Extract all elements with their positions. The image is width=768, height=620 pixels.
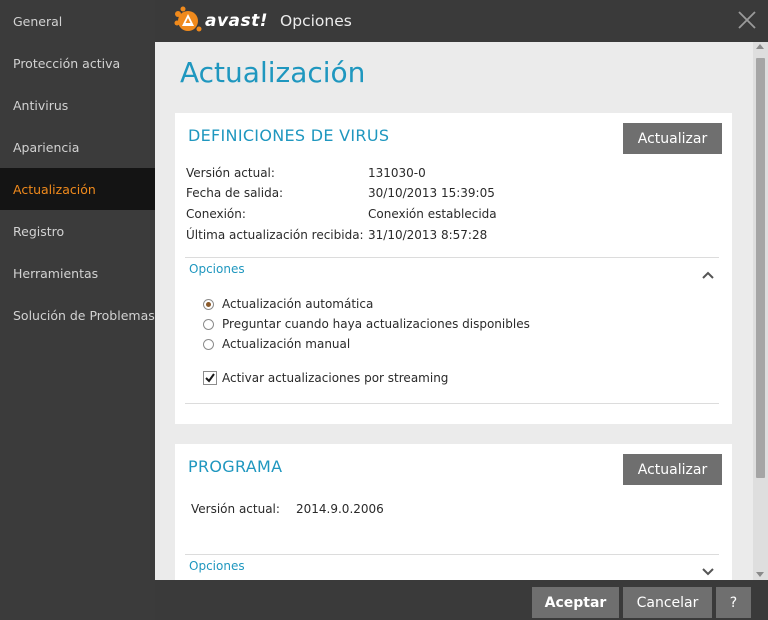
radio-ask-update[interactable]: Preguntar cuando haya actualizaciones di… <box>203 317 530 331</box>
radio-button[interactable] <box>203 298 214 310</box>
cancel-button[interactable]: Cancelar <box>623 587 712 618</box>
streaming-updates-checkbox[interactable]: Activar actualizaciones por streaming <box>203 371 448 385</box>
radio-label: Actualización manual <box>222 337 351 351</box>
main-content: Actualización DEFINICIONES DE VIRUS Actu… <box>155 42 753 580</box>
connection-value: Conexión establecida <box>368 207 497 221</box>
definitions-options-toggle[interactable]: Opciones <box>189 262 245 276</box>
radio-label: Actualización automática <box>222 297 374 311</box>
update-definitions-button[interactable]: Actualizar <box>623 123 722 154</box>
title-bar: avast! Opciones <box>155 0 768 42</box>
release-date-value: 30/10/2013 15:39:05 <box>368 186 495 200</box>
program-options-toggle[interactable]: Opciones <box>189 559 245 573</box>
program-heading: PROGRAMA <box>188 457 283 476</box>
sidebar-item-actualizacion[interactable]: Actualización <box>0 168 155 210</box>
sidebar-item-antivirus[interactable]: Antivirus <box>0 84 155 126</box>
sidebar-item-general[interactable]: General <box>0 0 155 42</box>
sidebar-item-apariencia[interactable]: Apariencia <box>0 126 155 168</box>
window-title: Opciones <box>280 12 352 30</box>
scroll-down-icon[interactable] <box>756 572 764 577</box>
divider <box>185 257 719 258</box>
checkbox-label: Activar actualizaciones por streaming <box>222 371 449 385</box>
sidebar-item-proteccion-activa[interactable]: Protección activa <box>0 42 155 84</box>
footer-bar: Aceptar Cancelar ? <box>155 580 768 620</box>
avast-logo: avast! <box>173 6 268 36</box>
chevron-down-icon[interactable] <box>701 562 715 576</box>
radio-label: Preguntar cuando haya actualizaciones di… <box>222 317 530 331</box>
scroll-up-icon[interactable] <box>756 44 764 49</box>
connection-label: Conexión: <box>186 207 246 221</box>
update-program-button[interactable]: Actualizar <box>623 454 722 485</box>
radio-button[interactable] <box>203 318 214 330</box>
release-date-label: Fecha de salida: <box>186 186 284 200</box>
help-button[interactable]: ? <box>716 587 751 618</box>
last-update-value: 31/10/2013 8:57:28 <box>368 228 488 242</box>
virus-definitions-panel: DEFINICIONES DE VIRUS Actualizar Versión… <box>175 113 732 424</box>
last-update-label: Última actualización recibida: <box>186 228 364 242</box>
checkmark-icon <box>205 373 215 383</box>
chevron-up-icon[interactable] <box>701 265 715 279</box>
program-version-value: 2014.9.0.2006 <box>296 502 384 516</box>
scroll-thumb[interactable] <box>756 58 765 478</box>
vertical-scrollbar[interactable] <box>753 42 768 580</box>
virus-definitions-heading: DEFINICIONES DE VIRUS <box>188 126 390 145</box>
program-version-label: Versión actual: <box>191 502 280 516</box>
page-title: Actualización <box>180 56 366 89</box>
sidebar: General Protección activa Antivirus Apar… <box>0 0 155 620</box>
avast-logo-icon <box>173 6 203 36</box>
divider <box>185 554 719 555</box>
current-version-value: 131030-0 <box>368 166 426 180</box>
radio-manual-update[interactable]: Actualización manual <box>203 337 350 351</box>
sidebar-item-solucion-de-problemas[interactable]: Solución de Problemas <box>0 294 155 336</box>
brand-name: avast! <box>205 11 269 31</box>
divider <box>185 403 719 404</box>
checkbox[interactable] <box>203 371 217 385</box>
current-version-label: Versión actual: <box>186 166 275 180</box>
close-icon[interactable] <box>736 9 758 31</box>
sidebar-item-registro[interactable]: Registro <box>0 210 155 252</box>
accept-button[interactable]: Aceptar <box>532 587 619 618</box>
radio-button[interactable] <box>203 338 214 350</box>
radio-auto-update[interactable]: Actualización automática <box>203 297 373 311</box>
program-panel: PROGRAMA Actualizar Versión actual: 2014… <box>175 444 732 580</box>
sidebar-item-herramientas[interactable]: Herramientas <box>0 252 155 294</box>
